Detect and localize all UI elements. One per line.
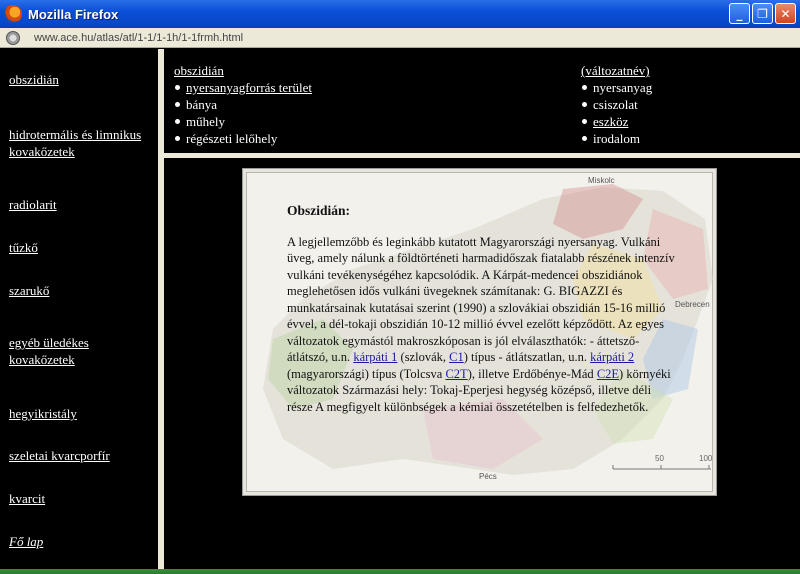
address-bar[interactable]: www.ace.hu/atlas/atl/1-1/1-1h/1-1frmh.ht… — [0, 28, 800, 48]
sidebar-item-tuzko[interactable]: tűzkő — [9, 239, 154, 256]
sidebar-item-obszidian[interactable]: obszidián — [9, 71, 154, 88]
minimize-button[interactable]: _ — [729, 3, 750, 24]
nav-column-right: (változatnév) nyersanyag csiszolat eszkö… — [581, 62, 652, 147]
sidebar-item-szaruko[interactable]: szarukő — [9, 282, 154, 299]
nav-item-irodalom: irodalom — [581, 130, 652, 147]
window-title: Mozilla Firefox — [28, 6, 119, 22]
link-karpati-2[interactable]: kárpáti 2 — [590, 350, 634, 364]
link-karpati-1[interactable]: kárpáti 1 — [353, 350, 397, 364]
nav-item-banya: bánya — [174, 96, 312, 113]
description-card: Miskolc Debrecen Pécs 50 100 Obszidián: … — [242, 168, 717, 496]
window-controls: _ ❐ ✕ — [729, 3, 796, 24]
nav-left-head[interactable]: obszidián — [174, 62, 312, 79]
map-label-debrecen: Debrecen — [675, 300, 710, 309]
description-text: Obszidián: A legjellemzőbb és leginkább … — [287, 203, 679, 415]
link-c1[interactable]: C1 — [449, 350, 464, 364]
card-title: Obszidián: — [287, 203, 351, 218]
text-part: A legjellemzőbb és leginkább kutatott Ma… — [287, 234, 675, 365]
nav-item-nyersanyag: nyersanyag — [581, 79, 652, 96]
nav-right-head[interactable]: (változatnév) — [581, 62, 652, 79]
nav-item-eszkoz[interactable]: eszköz — [581, 113, 652, 130]
nav-column-left: obszidián nyersanyagforrás terület bánya… — [174, 62, 312, 147]
map-label-miskolc: Miskolc — [588, 176, 615, 185]
link-c2t[interactable]: C2T — [445, 367, 467, 381]
sidebar: obszidián hidrotermális és limnikus kova… — [0, 49, 157, 569]
text-part: ), illetve Erdőbénye-Mád — [467, 366, 597, 381]
text-part: (magyarországi) típus (Tolcsva — [287, 366, 446, 381]
sidebar-item-fo-lap[interactable]: Fő lap — [9, 533, 154, 550]
text-part: ) típus - átlátszatlan, u.n. — [463, 350, 591, 364]
text-part: (szlovák, — [397, 350, 450, 364]
description-paragraph: A legjellemzőbb és leginkább kutatott Ma… — [287, 234, 679, 416]
sidebar-item-kvarcit[interactable]: kvarcit — [9, 490, 154, 507]
map-label-pecs: Pécs — [479, 472, 497, 481]
map-scale-100: 100 — [699, 454, 713, 463]
link-c2e[interactable]: C2E — [597, 367, 619, 381]
sidebar-item-szeletai[interactable]: szeletai kvarcporfír — [9, 447, 154, 464]
firefox-icon — [4, 5, 22, 23]
maximize-button[interactable]: ❐ — [752, 3, 773, 24]
nav-item-nyersanyagforras[interactable]: nyersanyagforrás terület — [174, 79, 312, 96]
title-bar: Mozilla Firefox _ ❐ ✕ — [0, 0, 800, 28]
top-navigation: obszidián nyersanyagforrás terület bánya… — [164, 49, 800, 153]
map-scale-50: 50 — [655, 454, 664, 463]
status-bar — [0, 569, 800, 574]
nav-item-muhely: műhely — [174, 113, 312, 130]
sidebar-item-egyeb-uledekes[interactable]: egyéb üledékes kovakőzetek — [9, 334, 154, 368]
sidebar-item-hidrotermalis[interactable]: hidrotermális és limnikus kovakőzetek — [9, 126, 154, 160]
nav-item-regeszeti: régészeti lelőhely — [174, 130, 312, 147]
sidebar-item-hegyikristaly[interactable]: hegyikristály — [9, 405, 154, 422]
main-content: Miskolc Debrecen Pécs 50 100 Obszidián: … — [164, 158, 800, 569]
url-text[interactable]: www.ace.hu/atlas/atl/1-1/1-1h/1-1frmh.ht… — [34, 32, 243, 44]
nav-item-csiszolat: csiszolat — [581, 96, 652, 113]
globe-icon — [6, 30, 20, 45]
page-content: obszidián hidrotermális és limnikus kova… — [0, 49, 800, 569]
close-button[interactable]: ✕ — [775, 3, 796, 24]
sidebar-item-radiolarit[interactable]: radiolarit — [9, 196, 154, 213]
